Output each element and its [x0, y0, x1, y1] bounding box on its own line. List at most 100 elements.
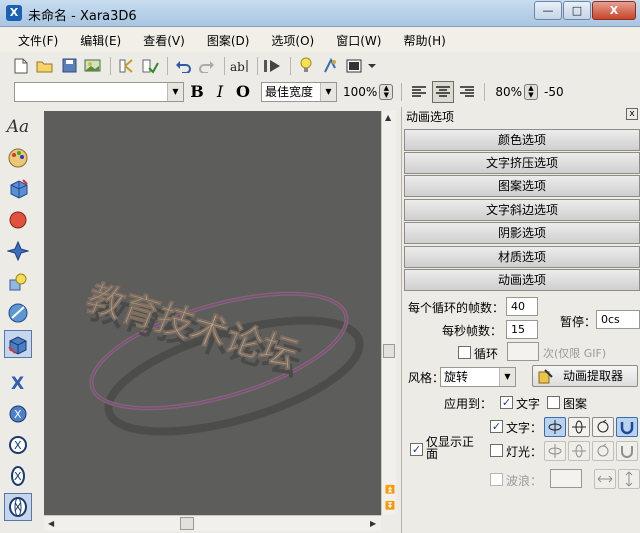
- wave-input[interactable]: [550, 469, 582, 488]
- swing-icon[interactable]: [616, 417, 638, 437]
- render-canvas[interactable]: 教育技术论坛 教育技术论坛: [44, 111, 381, 515]
- outline-button[interactable]: O: [233, 81, 253, 103]
- menu-file[interactable]: 文件(F): [18, 32, 58, 49]
- chevron-down-icon: ▼: [499, 368, 515, 386]
- align-right-button[interactable]: [456, 81, 478, 103]
- line-spacing-stepper[interactable]: 80% ▲ ▼: [495, 82, 538, 102]
- color-palette-icon[interactable]: [4, 144, 32, 172]
- rotate-x-axis-icon[interactable]: [568, 417, 590, 437]
- new-file-icon[interactable]: [10, 55, 32, 77]
- canvas-horizontal-scrollbar[interactable]: ◀ ▶: [44, 515, 381, 531]
- canvas-vertical-scrollbar[interactable]: ▲ ⏫ ⏬: [381, 111, 396, 515]
- spin-arrows-icon[interactable]: ▲ ▼: [379, 84, 394, 100]
- rotate-y-icon[interactable]: X: [4, 400, 32, 428]
- menu-edit[interactable]: 编辑(E): [80, 32, 121, 49]
- menu-options[interactable]: 选项(O): [271, 32, 314, 49]
- wave-checkbox[interactable]: [490, 473, 503, 486]
- scroll-bottom-icon[interactable]: ⏬: [385, 501, 395, 510]
- wave-vertical-icon[interactable]: [618, 469, 640, 489]
- undo-icon[interactable]: [172, 55, 194, 77]
- bevel-star-icon[interactable]: [4, 237, 32, 265]
- rotate-all-icon[interactable]: X: [4, 493, 32, 521]
- light-swing-icon[interactable]: [616, 441, 638, 461]
- rotate-y-axis-icon[interactable]: [544, 417, 566, 437]
- menu-window[interactable]: 窗口(W): [336, 32, 381, 49]
- apply-text-checkbox[interactable]: ✓: [500, 396, 513, 409]
- chevron-down-icon: ▼: [320, 83, 336, 101]
- close-button[interactable]: X: [592, 1, 636, 20]
- fps-input[interactable]: 15: [506, 320, 538, 339]
- save-icon[interactable]: [58, 55, 80, 77]
- svg-text:X: X: [14, 501, 22, 514]
- apply-pattern-checkbox[interactable]: [547, 396, 560, 409]
- section-shadow-options[interactable]: 阴影选项: [404, 222, 640, 244]
- menu-help[interactable]: 帮助(H): [403, 32, 445, 49]
- animation-extractor-button[interactable]: 动画提取器: [532, 365, 638, 387]
- pattern-icon[interactable]: [319, 55, 341, 77]
- dropdown-arrow-icon[interactable]: [367, 55, 377, 77]
- letter-spacing-stepper[interactable]: -50: [544, 82, 564, 102]
- wave-horizontal-icon[interactable]: [594, 469, 616, 489]
- section-color-options[interactable]: 颜色选项: [404, 129, 640, 151]
- loop-frames-input[interactable]: 40: [506, 297, 538, 316]
- section-design-options[interactable]: 图案选项: [404, 175, 640, 197]
- text-anim-checkbox[interactable]: ✓: [490, 420, 503, 433]
- lightbulb-icon[interactable]: [295, 55, 317, 77]
- apply-to-label: 应用到：: [444, 397, 493, 411]
- light-rotate-z-icon[interactable]: [592, 441, 614, 461]
- bold-button[interactable]: B: [187, 81, 207, 103]
- scroll-up-icon[interactable]: ▲: [385, 113, 391, 122]
- panel-close-icon[interactable]: x: [626, 108, 638, 120]
- paste-icon[interactable]: [139, 55, 161, 77]
- open-folder-icon[interactable]: [34, 55, 56, 77]
- redo-icon[interactable]: [196, 55, 218, 77]
- menu-bar: 文件(F) 编辑(E) 查看(V) 图案(D) 选项(O) 窗口(W) 帮助(H…: [0, 28, 640, 52]
- zoom-stepper[interactable]: 100% ▲ ▼: [343, 82, 394, 102]
- section-extrude-options[interactable]: 文字挤压选项: [404, 152, 640, 174]
- font-select[interactable]: ▼: [14, 82, 184, 102]
- align-left-button[interactable]: [408, 81, 430, 103]
- animation-cube-icon[interactable]: [4, 330, 32, 358]
- rotate-x-icon[interactable]: X: [4, 369, 32, 397]
- vertical-scroll-thumb[interactable]: [383, 344, 395, 358]
- window-mode-icon[interactable]: [343, 55, 365, 77]
- shadow-lightbulb-icon[interactable]: [4, 268, 32, 296]
- light-rotate-y-icon[interactable]: [544, 441, 566, 461]
- horizontal-scroll-thumb[interactable]: [180, 517, 194, 530]
- rotate-z-icon[interactable]: X: [4, 431, 32, 459]
- texture-disc-icon[interactable]: [4, 299, 32, 327]
- play-animation-icon[interactable]: [262, 55, 284, 77]
- scroll-left-icon[interactable]: ◀: [48, 519, 54, 528]
- cut-icon[interactable]: [115, 55, 137, 77]
- align-center-button[interactable]: [432, 81, 455, 103]
- light-anim-label: 灯光：: [506, 445, 543, 459]
- light-rotate-x-icon[interactable]: [568, 441, 590, 461]
- scroll-right-icon[interactable]: ▶: [370, 519, 376, 528]
- style-select[interactable]: 旋转 ▼: [440, 367, 516, 387]
- width-mode-select[interactable]: 最佳宽度 ▼: [261, 82, 337, 102]
- loop-checkbox[interactable]: [458, 346, 471, 359]
- section-texture-options[interactable]: 材质选项: [404, 246, 640, 268]
- app-icon: X: [6, 5, 22, 21]
- loop-count-input[interactable]: [507, 342, 539, 361]
- minimize-button[interactable]: —: [534, 1, 562, 20]
- menu-view[interactable]: 查看(V): [143, 32, 185, 49]
- export-image-icon[interactable]: [82, 55, 104, 77]
- text-edit-icon[interactable]: ab: [229, 55, 251, 77]
- extrude-icon[interactable]: [4, 175, 32, 203]
- rotate-free-icon[interactable]: X: [4, 462, 32, 490]
- menu-design[interactable]: 图案(D): [207, 32, 250, 49]
- spin-arrows-icon[interactable]: ▲ ▼: [523, 84, 538, 100]
- text-options-icon[interactable]: Aa: [4, 113, 32, 141]
- scroll-top-icon[interactable]: ⏫: [385, 485, 395, 494]
- pause-input[interactable]: 0cs: [596, 310, 640, 329]
- italic-button[interactable]: I: [210, 81, 230, 103]
- section-animation-options[interactable]: 动画选项: [404, 269, 640, 291]
- maximize-button[interactable]: □: [563, 1, 591, 20]
- light-anim-checkbox[interactable]: [490, 444, 503, 457]
- front-only-checkbox[interactable]: ✓: [410, 443, 423, 456]
- rotate-z-axis-icon[interactable]: [592, 417, 614, 437]
- section-bevel-options[interactable]: 文字斜边选项: [404, 199, 640, 221]
- main-toolbar: ab: [10, 53, 640, 78]
- design-sphere-icon[interactable]: [4, 206, 32, 234]
